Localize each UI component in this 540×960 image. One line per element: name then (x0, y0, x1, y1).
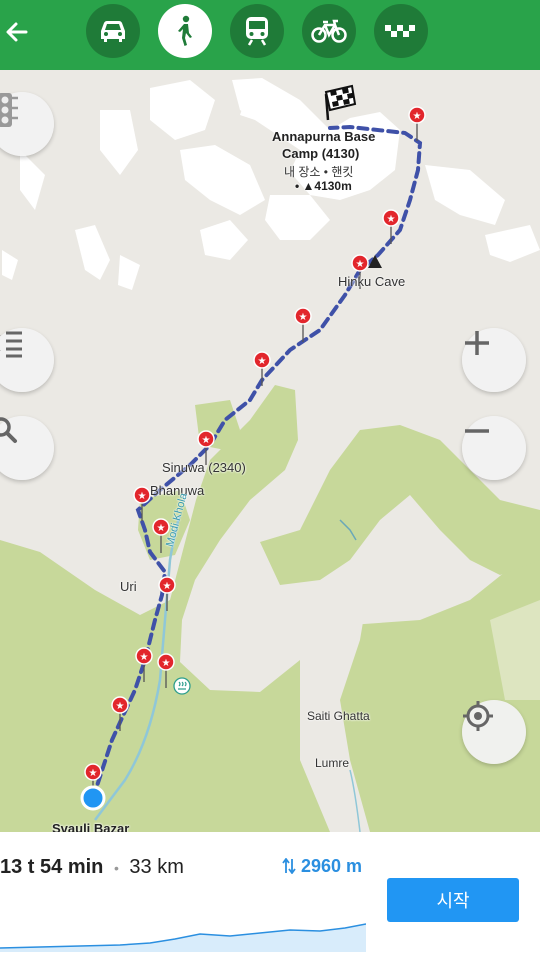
elevation-value: 2960 m (301, 856, 363, 876)
mode-taxi-button[interactable] (374, 4, 428, 58)
plus-icon (465, 331, 489, 355)
svg-text:★: ★ (202, 435, 211, 446)
svg-text:★: ★ (140, 652, 149, 663)
minus-icon (465, 429, 489, 433)
svg-text:★: ★ (0, 329, 2, 344)
elevation-arrows-icon (282, 857, 296, 875)
destination-name-line2: Camp (4130) (282, 146, 360, 161)
transit-icon (246, 17, 268, 46)
route-elevation-gain: 2960 m (282, 856, 362, 877)
zoom-in-button[interactable] (462, 328, 526, 392)
svg-text:★: ★ (138, 491, 147, 502)
destination-subtitle: 내 장소 • 핸킷 (284, 165, 354, 179)
svg-text:★: ★ (258, 356, 267, 367)
place-label-sinuwa: Sinuwa (2340) (162, 460, 246, 475)
place-label-hinku-cave: Hinku Cave (338, 274, 406, 289)
elevation-profile (0, 923, 366, 952)
svg-text:★: ★ (116, 701, 125, 712)
place-label-uri: Uri (120, 579, 137, 594)
bicycle-icon (311, 19, 347, 43)
current-location-dot (80, 785, 106, 811)
route-duration: 13 t 54 min (0, 856, 104, 878)
mode-bicycle-button[interactable] (302, 4, 356, 58)
my-location-button[interactable] (462, 700, 526, 764)
back-arrow-icon (6, 22, 28, 42)
svg-text:★: ★ (0, 344, 2, 358)
taxi-icon (385, 25, 415, 37)
place-label-svauli-bazar: Svauli Bazar (52, 821, 130, 832)
traffic-light-icon (0, 93, 18, 127)
mode-walk-button[interactable] (158, 4, 212, 58)
map-canvas: ★ ★ ★ ★ ★ ★ ★ ★ ★ ★ ★ ★ ★ (0, 70, 540, 832)
walk-icon (178, 15, 192, 46)
top-bar (0, 0, 540, 70)
mode-car-button[interactable] (86, 4, 140, 58)
star-list-icon: ★ ★ (0, 329, 22, 358)
search-icon (0, 417, 17, 443)
destination-name: Annapurna Base (272, 129, 376, 144)
svg-text:★: ★ (356, 259, 365, 270)
destination-elevation: • ▲4130m (295, 179, 352, 193)
place-label-saiti-ghatta: Saiti Ghatta (307, 709, 370, 723)
route-stats: 13 t 54 min • 33 km (0, 856, 184, 879)
svg-text:★: ★ (89, 768, 98, 779)
svg-text:★: ★ (387, 214, 396, 225)
place-label-lumre: Lumre (315, 756, 350, 770)
car-icon (101, 21, 125, 42)
zoom-out-button[interactable] (462, 416, 526, 480)
hot-spring-icon (173, 677, 191, 695)
svg-text:★: ★ (162, 658, 171, 669)
map-view[interactable]: ★ ★ ★ ★ ★ ★ ★ ★ ★ ★ ★ ★ ★ Annapurna Base… (0, 70, 540, 832)
mode-transit-button[interactable] (230, 4, 284, 58)
crosshair-icon (463, 701, 493, 731)
svg-text:★: ★ (157, 523, 166, 534)
route-distance: 33 km (129, 856, 184, 878)
svg-text:★: ★ (163, 581, 172, 592)
svg-text:★: ★ (299, 312, 308, 323)
svg-text:★: ★ (413, 111, 422, 122)
start-button[interactable]: 시작 (387, 878, 519, 922)
stat-separator: • (113, 860, 119, 876)
route-summary-panel: 13 t 54 min • 33 km 2960 m 시작 (0, 832, 540, 960)
back-button[interactable] (0, 15, 34, 49)
